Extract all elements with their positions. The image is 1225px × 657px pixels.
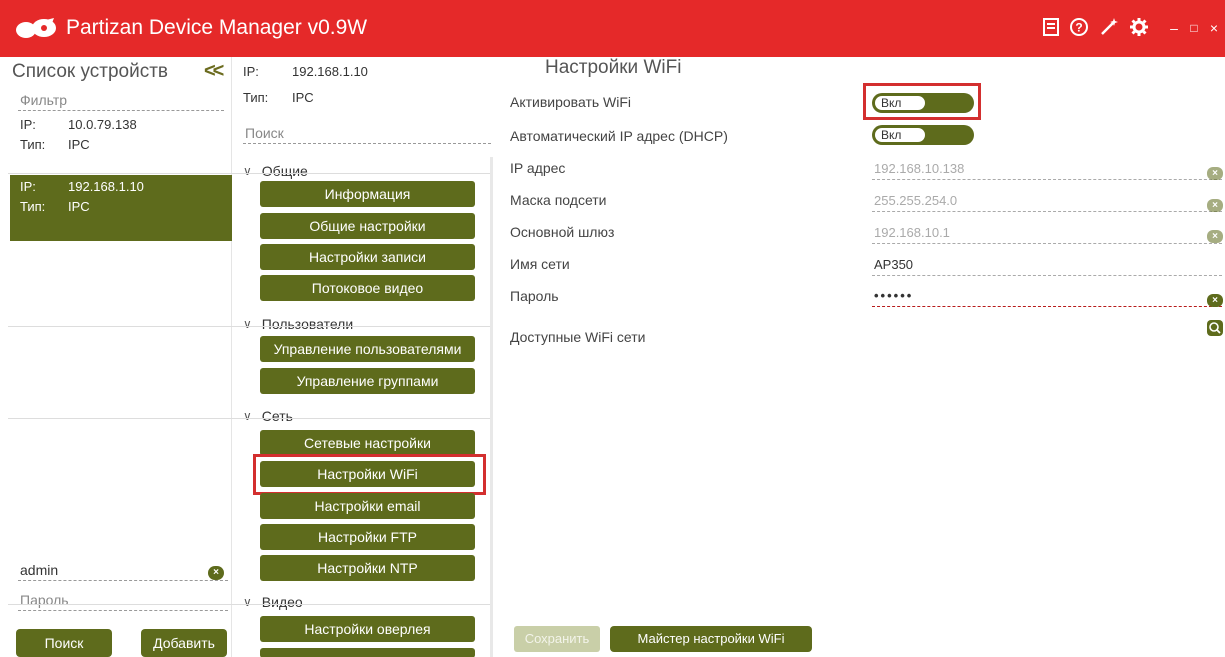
menu-info[interactable]: Информация bbox=[260, 181, 475, 207]
title-bar: Partizan Device Manager v0.9W ? ‒ □ × bbox=[0, 0, 1225, 57]
wifi-password-field[interactable]: •••••• bbox=[872, 285, 1222, 307]
ssid-field[interactable]: AP350 bbox=[872, 254, 1222, 276]
device-list-item[interactable]: IP: 10.0.79.138 Тип: IPC bbox=[10, 115, 232, 175]
divider bbox=[8, 604, 493, 605]
section-users[interactable]: ∨ Пользователи bbox=[243, 316, 353, 332]
help-icon[interactable]: ? bbox=[1068, 17, 1090, 39]
password-input[interactable] bbox=[18, 589, 228, 611]
menu-email-settings[interactable]: Настройки email bbox=[260, 493, 475, 519]
filter-input[interactable] bbox=[18, 89, 224, 111]
collapse-panel-button[interactable]: << bbox=[204, 60, 224, 83]
ip-key: IP: bbox=[20, 117, 36, 132]
subnet-mask-field[interactable]: 255.255.254.0 bbox=[872, 190, 1222, 212]
menu-group-management[interactable]: Управление группами bbox=[260, 368, 475, 394]
ssid-label: Имя сети bbox=[510, 256, 570, 272]
menu-general-settings[interactable]: Общие настройки bbox=[260, 213, 475, 239]
add-device-button[interactable]: Добавить bbox=[141, 629, 227, 657]
ip-address-label: IP адрес bbox=[510, 160, 566, 176]
ip-address-field[interactable]: 192.168.10.138 bbox=[872, 158, 1222, 180]
close-icon[interactable]: × bbox=[1203, 17, 1225, 39]
menu-ntp-settings[interactable]: Настройки NTP bbox=[260, 555, 475, 581]
gear-icon[interactable] bbox=[1128, 17, 1150, 39]
wand-icon[interactable] bbox=[1098, 17, 1120, 39]
chevron-down-icon: ∨ bbox=[243, 164, 252, 178]
minimize-icon[interactable]: ‒ bbox=[1163, 17, 1185, 39]
device-list-item-selected[interactable]: IP: 192.168.1.10 Тип: IPC bbox=[10, 175, 232, 241]
section-title: Общие bbox=[261, 163, 308, 179]
subnet-mask-label: Маска подсети bbox=[510, 192, 607, 208]
device-type: IPC bbox=[292, 90, 314, 105]
device-list-panel: Список устройств << IP:10.0.79.138 Тип:I… bbox=[0, 57, 232, 657]
search-button[interactable]: Поиск bbox=[16, 629, 112, 657]
save-button[interactable]: Сохранить bbox=[514, 626, 600, 652]
clear-field-icon[interactable]: × bbox=[1207, 199, 1223, 212]
clear-field-icon[interactable]: × bbox=[1207, 230, 1223, 243]
menu-network-settings[interactable]: Сетевые настройки bbox=[260, 430, 475, 456]
section-general[interactable]: ∨ Общие bbox=[243, 163, 308, 179]
gateway-field[interactable]: 192.168.10.1 bbox=[872, 222, 1222, 244]
device-ip: 192.168.1.10 bbox=[68, 179, 144, 194]
ip-key: IP: bbox=[20, 179, 36, 194]
gateway-label: Основной шлюз bbox=[510, 224, 615, 240]
device-ip: 10.0.79.138 bbox=[68, 117, 137, 132]
section-title: Сеть bbox=[261, 408, 293, 424]
maximize-icon[interactable]: □ bbox=[1183, 17, 1205, 39]
section-title: Видео bbox=[261, 594, 303, 610]
clear-field-icon[interactable]: × bbox=[1207, 167, 1223, 180]
menu-item-partial[interactable] bbox=[260, 648, 475, 657]
section-video[interactable]: ∨ Видео bbox=[243, 594, 303, 610]
dhcp-label: Автоматический IP адрес (DHCP) bbox=[510, 128, 728, 144]
clear-field-icon[interactable]: × bbox=[1207, 294, 1223, 307]
menu-ftp-settings[interactable]: Настройки FTP bbox=[260, 524, 475, 550]
wifi-settings-panel: Настройки WiFi Активировать WiFi Вкл Авт… bbox=[500, 57, 1225, 657]
book-icon[interactable] bbox=[1040, 17, 1062, 39]
type-key: Тип: bbox=[20, 199, 46, 214]
menu-scrollbar[interactable] bbox=[490, 157, 493, 657]
type-key: Тип: bbox=[20, 137, 46, 152]
menu-search-input[interactable] bbox=[243, 122, 491, 144]
app-title: Partizan Device Manager v0.9W bbox=[66, 16, 368, 39]
section-title: Пользователи bbox=[261, 316, 354, 332]
chevron-down-icon: ∨ bbox=[243, 317, 252, 331]
menu-user-management[interactable]: Управление пользователями bbox=[260, 336, 475, 362]
wifi-menu-highlight bbox=[253, 454, 486, 495]
device-type: IPC bbox=[68, 199, 90, 214]
wifi-password-label: Пароль bbox=[510, 288, 559, 304]
toggle-state-label: Вкл bbox=[874, 127, 926, 143]
divider bbox=[8, 326, 493, 327]
available-networks-label: Доступные WiFi сети bbox=[510, 329, 646, 345]
wifi-wizard-button[interactable]: Майстер настройки WiFi bbox=[610, 626, 812, 652]
svg-text:?: ? bbox=[1075, 21, 1082, 35]
divider bbox=[8, 173, 493, 174]
device-type-info: Тип: IPC bbox=[243, 90, 314, 105]
wifi-toggle-highlight bbox=[863, 83, 981, 120]
device-list-title: Список устройств bbox=[12, 61, 169, 82]
device-ip: 192.168.1.10 bbox=[292, 64, 368, 79]
login-input[interactable] bbox=[18, 559, 228, 581]
app-logo-icon bbox=[16, 18, 56, 38]
type-key: Тип: bbox=[243, 90, 269, 105]
device-menu-panel: IP: 192.168.1.10 Тип: IPC ∨ Общие Информ… bbox=[233, 57, 493, 657]
enable-wifi-label: Активировать WiFi bbox=[510, 94, 632, 110]
menu-video-stream[interactable]: Потоковое видео bbox=[260, 275, 475, 301]
menu-overlay-settings[interactable]: Настройки оверлея bbox=[260, 616, 475, 642]
menu-record-settings[interactable]: Настройки записи bbox=[260, 244, 475, 270]
page-title: Настройки WiFi bbox=[545, 57, 682, 78]
divider bbox=[8, 418, 493, 419]
device-ip-info: IP: 192.168.1.10 bbox=[243, 64, 368, 79]
chevron-down-icon: ∨ bbox=[243, 595, 252, 609]
search-networks-icon[interactable] bbox=[1207, 320, 1223, 336]
chevron-down-icon: ∨ bbox=[243, 409, 252, 423]
section-network[interactable]: ∨ Сеть bbox=[243, 408, 293, 424]
dhcp-toggle[interactable]: Вкл bbox=[872, 125, 974, 145]
clear-login-icon[interactable]: × bbox=[208, 566, 224, 580]
device-type: IPC bbox=[68, 137, 90, 152]
ip-key: IP: bbox=[243, 64, 259, 79]
